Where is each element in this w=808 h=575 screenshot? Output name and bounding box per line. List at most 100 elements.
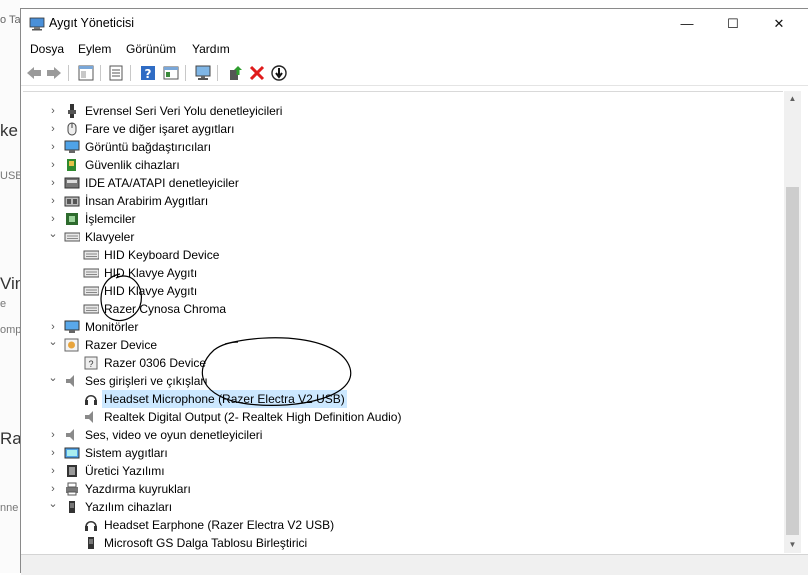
menu-action[interactable]: Eylem	[78, 42, 111, 56]
chevron-right-icon[interactable]: ›	[48, 138, 58, 156]
toolbar-separator	[217, 65, 218, 81]
toolbar-separator	[130, 65, 131, 81]
device-tree-label: HID Klavye Aygıtı	[104, 266, 198, 280]
background-window-strip: o Ta ke USB Vin e omp Raz nne	[0, 0, 20, 573]
device-tree-label: Üretici Yazılımı	[85, 464, 165, 478]
chevron-right-icon[interactable]: ›	[48, 102, 58, 120]
uninstall-icon[interactable]	[248, 64, 266, 82]
svg-text:?: ?	[88, 359, 93, 369]
background-text: Raz	[0, 429, 20, 448]
keyboard-icon	[83, 250, 99, 260]
toolbar-separator	[68, 65, 69, 81]
chevron-right-icon[interactable]: ›	[48, 120, 58, 138]
chevron-right-icon[interactable]: ›	[48, 156, 58, 174]
driver-details-icon[interactable]	[162, 64, 180, 82]
device-tree-label: Sistem aygıtları	[85, 446, 168, 460]
background-text: e	[0, 298, 7, 310]
device-tree-label: Razer Cynosa Chroma	[104, 302, 227, 316]
device-tree-label: Görüntü bağdaştırıcıları	[85, 140, 212, 154]
device-tree-label: Klavyeler	[85, 230, 135, 244]
monitor-icon	[64, 320, 80, 333]
background-text: omp	[0, 324, 20, 336]
menu-file[interactable]: Dosya	[30, 42, 64, 56]
device-tree-label: Headset Earphone (Razer Electra V2 USB)	[104, 518, 335, 532]
chevron-down-icon[interactable]: ⌄	[48, 333, 58, 351]
forward-icon[interactable]	[45, 64, 63, 82]
chevron-right-icon[interactable]: ›	[48, 426, 58, 444]
update-driver-icon[interactable]	[226, 64, 244, 82]
chevron-down-icon[interactable]: ⌄	[48, 225, 58, 243]
speaker-icon	[85, 411, 93, 423]
properties-pane-icon[interactable]	[77, 64, 95, 82]
device-tree-label: HID Klavye Aygıtı	[104, 284, 198, 298]
device-tree[interactable]: › Evrensel Seri Veri Yolu denetleyicileri…	[23, 91, 783, 554]
device-tree-label: Yazdırma kuyrukları	[85, 482, 191, 496]
scroll-down-arrow[interactable]: ▼	[784, 537, 801, 553]
device-tree-label: Microsoft GS Dalga Tablosu Birleştirici	[104, 536, 308, 550]
chevron-right-icon[interactable]: ›	[48, 462, 58, 480]
device-tree-label: İnsan Arabirim Aygıtları	[85, 194, 209, 208]
menu-help[interactable]: Yardım	[192, 42, 230, 56]
keyboard-icon	[83, 286, 99, 296]
vertical-scrollbar[interactable]: ▲ ▼	[784, 91, 801, 553]
scan-hardware-icon[interactable]	[194, 64, 212, 82]
security-icon	[67, 159, 76, 171]
razer-icon	[64, 338, 79, 352]
device-tree-label: Fare ve diğer işaret aygıtları	[85, 122, 235, 136]
background-text: Vin	[0, 274, 20, 293]
minimize-button[interactable]: —	[664, 9, 710, 39]
menu-view[interactable]: Görünüm	[126, 42, 176, 56]
toolbar-separator	[100, 65, 101, 81]
chevron-right-icon[interactable]: ›	[48, 174, 58, 192]
device-tree-label: Razer 0306 Device	[104, 356, 207, 370]
device-manager-window: Aygıt Yöneticisi — ☐ ✕ Dosya Eylem Görün…	[20, 8, 808, 575]
help-icon[interactable]: ?	[139, 64, 157, 82]
device-tree-label: Headset Microphone (Razer Electra V2 USB…	[102, 390, 347, 408]
cpu-icon	[66, 213, 78, 225]
maximize-button[interactable]: ☐	[710, 9, 756, 39]
unknown-icon: ?	[84, 356, 98, 370]
software-icon	[69, 501, 75, 513]
display-icon	[64, 140, 80, 153]
chevron-down-icon[interactable]: ⌄	[48, 495, 58, 513]
device-tree-label: Realtek Digital Output (2- Realtek High …	[104, 410, 402, 424]
background-text: ke	[0, 121, 18, 140]
back-icon[interactable]	[25, 64, 43, 82]
chevron-right-icon[interactable]: ›	[48, 192, 58, 210]
device-tree-label: Evrensel Seri Veri Yolu denetleyicileri	[85, 104, 283, 118]
scroll-up-arrow[interactable]: ▲	[784, 91, 801, 107]
firmware-icon	[67, 465, 77, 477]
printer-icon	[66, 482, 78, 496]
speaker-icon	[66, 429, 74, 441]
device-tree-label: Güvenlik cihazları	[85, 158, 180, 172]
device-tree-label: Monitörler	[85, 320, 139, 334]
device-tree-label: Ses girişleri ve çıkışları	[85, 374, 208, 388]
software-icon	[88, 537, 94, 549]
chevron-right-icon[interactable]: ›	[48, 444, 58, 462]
keyboard-icon	[64, 232, 80, 242]
system-icon	[64, 447, 80, 459]
title-bar[interactable]: Aygıt Yöneticisi — ☐ ✕	[21, 9, 808, 39]
hid-icon	[64, 196, 80, 207]
menu-bar: Dosya Eylem Görünüm Yardım	[21, 39, 808, 59]
headset-icon	[85, 521, 97, 531]
chevron-down-icon[interactable]: ⌄	[48, 369, 58, 387]
window-title: Aygıt Yöneticisi	[49, 16, 135, 30]
headset-icon	[85, 395, 97, 405]
ide-icon	[64, 177, 80, 189]
device-list-icon[interactable]	[107, 64, 125, 82]
mouse-icon	[67, 122, 77, 136]
scrollbar-thumb[interactable]	[786, 187, 799, 535]
keyboard-icon	[83, 268, 99, 278]
disable-icon[interactable]	[270, 64, 288, 82]
toolbar: ?	[21, 61, 808, 86]
background-text: nne	[0, 502, 19, 514]
keyboard-icon	[83, 304, 99, 314]
svg-text:?: ?	[145, 67, 152, 81]
device-manager-icon	[29, 17, 45, 31]
device-tree-label: Razer Device	[85, 338, 158, 352]
device-tree-label: HID Keyboard Device	[104, 248, 220, 262]
speaker-icon	[66, 375, 74, 387]
status-bar	[21, 554, 808, 575]
close-button[interactable]: ✕	[756, 9, 802, 39]
